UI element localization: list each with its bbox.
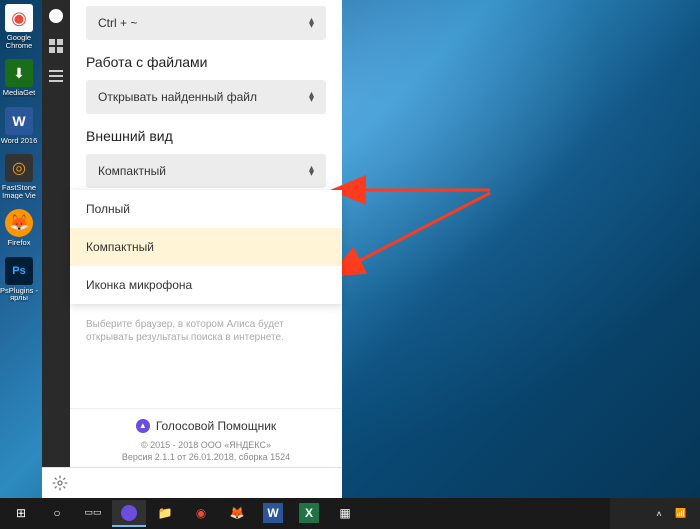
files-section-title: Работа с файлами bbox=[86, 54, 326, 70]
appearance-dropdown-menu: Полный Компактный Иконка микрофона bbox=[70, 190, 342, 304]
settings-bottom-strip bbox=[42, 467, 342, 498]
desktop-icon-faststone[interactable]: ◎ FastStone Image Vie bbox=[0, 152, 38, 201]
hotkey-dropdown[interactable]: Ctrl + ~ ▴▾ bbox=[86, 6, 326, 40]
appearance-option-mic-icon[interactable]: Иконка микрофона bbox=[70, 266, 342, 304]
files-dropdown[interactable]: Открывать найденный файл ▴▾ bbox=[86, 80, 326, 114]
taskbar-word[interactable]: W bbox=[256, 500, 290, 527]
footer-copyright: © 2015 - 2018 ООО «ЯНДЕКС» bbox=[86, 439, 326, 452]
hotkey-value: Ctrl + ~ bbox=[98, 16, 137, 30]
alice-settings-panel: Ctrl + ~ ▴▾ Работа с файлами Открывать н… bbox=[42, 0, 342, 498]
appearance-option-full[interactable]: Полный bbox=[70, 190, 342, 228]
desktop-icons-area: ◉ Google Chrome ⬇ MediaGet W Word 2016 ◎… bbox=[0, 2, 40, 304]
yandex-logo-icon: ▲ bbox=[136, 419, 150, 433]
desktop-icon-chrome[interactable]: ◉ Google Chrome bbox=[0, 2, 38, 51]
appearance-value: Компактный bbox=[98, 164, 166, 178]
taskbar-app[interactable]: ▦ bbox=[328, 500, 362, 527]
search-button[interactable]: ○ bbox=[40, 500, 74, 527]
appearance-option-compact[interactable]: Компактный bbox=[70, 228, 342, 266]
chevron-updown-icon: ▴▾ bbox=[309, 166, 314, 176]
appearance-section-title: Внешний вид bbox=[86, 128, 326, 144]
menu-icon[interactable] bbox=[48, 68, 64, 84]
desktop-icon-mediaget[interactable]: ⬇ MediaGet bbox=[0, 57, 38, 99]
alice-logo-icon[interactable] bbox=[48, 8, 64, 24]
desktop-icon-psplugins[interactable]: Ps PsPlugins - ярлы bbox=[0, 255, 38, 304]
footer-title-text: Голосовой Помощник bbox=[156, 419, 276, 433]
footer-version: Версия 2.1.1 от 26.01.2018, сборка 1524 bbox=[86, 451, 326, 464]
desktop-icon-firefox[interactable]: 🦊 Firefox bbox=[0, 207, 38, 249]
grid-icon[interactable] bbox=[48, 38, 64, 54]
chevron-updown-icon: ▴▾ bbox=[309, 18, 314, 28]
chevron-updown-icon: ▴▾ bbox=[309, 92, 314, 102]
taskbar-explorer[interactable]: 📁 bbox=[148, 500, 182, 527]
tray-chevron-icon[interactable]: ˄ bbox=[652, 507, 666, 521]
panel-main: Ctrl + ~ ▴▾ Работа с файлами Открывать н… bbox=[70, 0, 342, 498]
taskbar-firefox[interactable]: 🦊 bbox=[220, 500, 254, 527]
appearance-dropdown[interactable]: Компактный ▴▾ bbox=[86, 154, 326, 188]
browser-hint: Выберите браузер, в котором Алиса будет … bbox=[70, 312, 342, 354]
system-tray: ˄ 📶 bbox=[652, 507, 696, 521]
taskbar-alice[interactable] bbox=[112, 500, 146, 527]
gear-icon[interactable] bbox=[48, 471, 72, 495]
taskbar-chrome[interactable]: ◉ bbox=[184, 500, 218, 527]
taskbar-excel[interactable]: X bbox=[292, 500, 326, 527]
panel-sidebar bbox=[42, 0, 70, 498]
start-button[interactable]: ⊞ bbox=[4, 500, 38, 527]
desktop-icon-word[interactable]: W Word 2016 bbox=[0, 105, 38, 147]
taskbar: ⊞ ○ ▭▭ 📁 ◉ 🦊 W X ▦ ˄ 📶 bbox=[0, 498, 700, 529]
files-value: Открывать найденный файл bbox=[98, 90, 257, 104]
task-view-button[interactable]: ▭▭ bbox=[76, 500, 110, 527]
tray-network-icon[interactable]: 📶 bbox=[674, 507, 688, 521]
